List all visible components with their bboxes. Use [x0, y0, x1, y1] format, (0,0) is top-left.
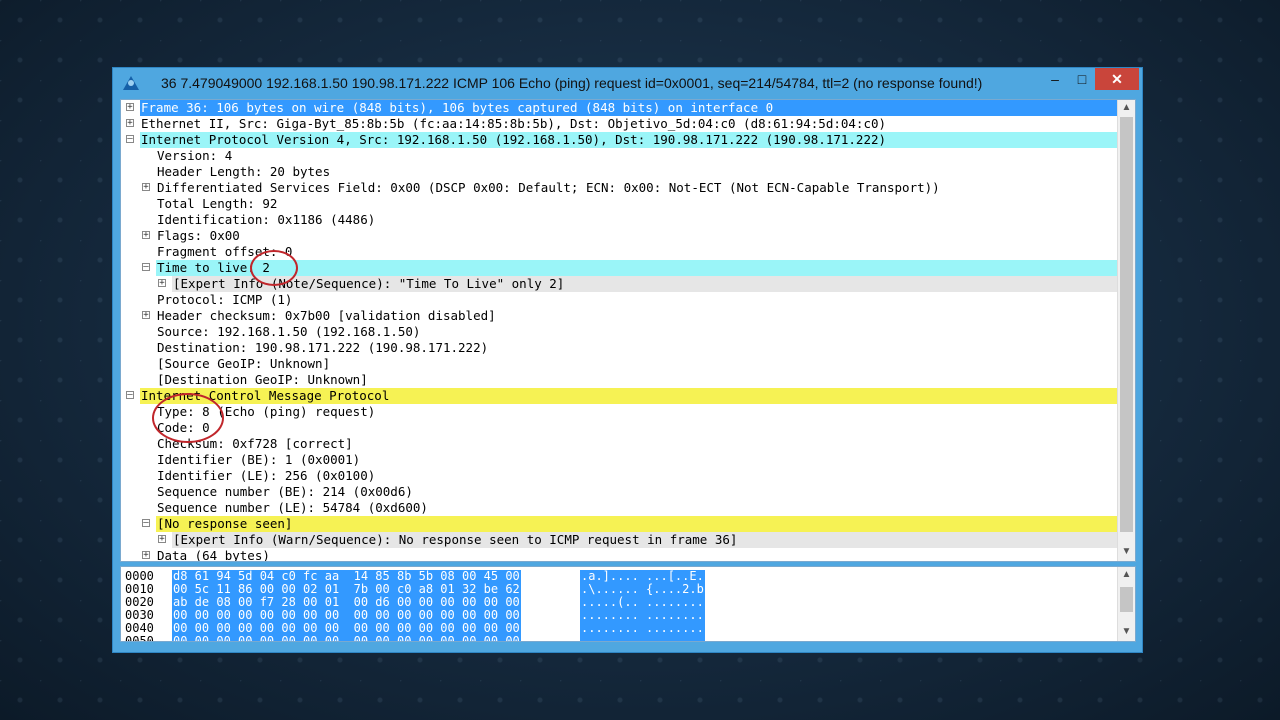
- tree-row-label: [Expert Info (Note/Sequence): "Time To L…: [173, 276, 565, 291]
- tree-row-label: Total Length: 92: [157, 196, 278, 211]
- hex-offset: 0050: [125, 634, 154, 642]
- tree-row[interactable]: Source: 192.168.1.50 (192.168.1.50): [121, 324, 1118, 340]
- tree-row[interactable]: + Flags: 0x00: [121, 228, 1118, 244]
- scroll-up-icon[interactable]: ▲: [1118, 100, 1135, 116]
- row-highlight: [156, 260, 1118, 276]
- annotation-circle-ttl: [250, 250, 298, 286]
- tree-row-label: Header checksum: 0x7b00 [validation disa…: [157, 308, 496, 323]
- tree-row-label: Sequence number (BE): 214 (0x00d6): [157, 484, 413, 499]
- tree-row-label: Data (64 bytes): [157, 548, 270, 561]
- tree-row[interactable]: [Destination GeoIP: Unknown]: [121, 372, 1118, 388]
- tree-row-label: Ethernet II, Src: Giga-Byt_85:8b:5b (fc:…: [141, 116, 887, 131]
- tree-row[interactable]: Destination: 190.98.171.222 (190.98.171.…: [121, 340, 1118, 356]
- tree-row-label: Frame 36: 106 bytes on wire (848 bits), …: [141, 100, 774, 115]
- tree-row-label: Identifier (BE): 1 (0x0001): [157, 452, 361, 467]
- hex-bytes: 00 00 00 00 00 00 00 00 00 00 00 00 00 0…: [172, 635, 521, 641]
- tree-row[interactable]: + Data (64 bytes): [121, 548, 1118, 561]
- expand-icon[interactable]: +: [142, 231, 150, 240]
- tree-row[interactable]: Identification: 0x1186 (4486): [121, 212, 1118, 228]
- tree-row-label: Source: 192.168.1.50 (192.168.1.50): [157, 324, 421, 339]
- packet-details-tree[interactable]: + Frame 36: 106 bytes on wire (848 bits),…: [120, 99, 1136, 562]
- hex-scroll-thumb[interactable]: [1120, 587, 1133, 612]
- tree-row-label: Flags: 0x00: [157, 228, 240, 243]
- hex-vertical-scrollbar[interactable]: ▲ ▼: [1117, 567, 1135, 641]
- tree-row-label: Sequence number (LE): 54784 (0xd600): [157, 500, 428, 515]
- tree-row[interactable]: Version: 4: [121, 148, 1118, 164]
- tree-row[interactable]: Sequence number (LE): 54784 (0xd600): [121, 500, 1118, 516]
- tree-row[interactable]: + Frame 36: 106 bytes on wire (848 bits),…: [121, 100, 1118, 116]
- tree-row[interactable]: Identifier (BE): 1 (0x0001): [121, 452, 1118, 468]
- tree-row[interactable]: Identifier (LE): 256 (0x0100): [121, 468, 1118, 484]
- tree-row[interactable]: [Source GeoIP: Unknown]: [121, 356, 1118, 372]
- tree-row-label: Version: 4: [157, 148, 233, 163]
- expand-icon[interactable]: +: [158, 535, 166, 544]
- tree-row-label: Destination: 190.98.171.222 (190.98.171.…: [157, 340, 489, 355]
- row-highlight: [156, 516, 1118, 532]
- tree-row-label: Protocol: ICMP (1): [157, 292, 293, 307]
- tree-row[interactable]: Type: 8 (Echo (ping) request): [121, 404, 1118, 420]
- hex-ascii: ........ ........: [580, 635, 705, 641]
- tree-row-label: [No response seen]: [157, 516, 293, 531]
- tree-row-label: Identification: 0x1186 (4486): [157, 212, 376, 227]
- annotation-circle-type-code: [152, 393, 224, 443]
- tree-row[interactable]: Header Length: 20 bytes: [121, 164, 1118, 180]
- collapse-icon[interactable]: –: [126, 391, 134, 400]
- tree-row[interactable]: + [Expert Info (Warn/Sequence): No respon…: [121, 532, 1118, 548]
- window-title: 36 7.479049000 192.168.1.50 190.98.171.2…: [161, 75, 983, 91]
- tree-scroll-thumb[interactable]: [1120, 117, 1133, 532]
- tree-row-label: Differentiated Services Field: 0x00 (DSC…: [157, 180, 940, 195]
- expand-icon[interactable]: +: [158, 279, 166, 288]
- tree-row[interactable]: + Differentiated Services Field: 0x00 (DS…: [121, 180, 1118, 196]
- tree-vertical-scrollbar[interactable]: ▲ ▼: [1117, 100, 1135, 561]
- tree-row[interactable]: – [No response seen]: [121, 516, 1118, 532]
- tree-row-label: [Source GeoIP: Unknown]: [157, 356, 331, 371]
- packet-detail-window: 36 7.479049000 192.168.1.50 190.98.171.2…: [112, 67, 1143, 653]
- tree-row-label: Header Length: 20 bytes: [157, 164, 331, 179]
- tree-row[interactable]: + Ethernet II, Src: Giga-Byt_85:8b:5b (fc…: [121, 116, 1118, 132]
- tree-row[interactable]: Sequence number (BE): 214 (0x00d6): [121, 484, 1118, 500]
- tree-row-label: [Expert Info (Warn/Sequence): No respons…: [173, 532, 738, 547]
- tree-row[interactable]: Total Length: 92: [121, 196, 1118, 212]
- expand-icon[interactable]: +: [142, 183, 150, 192]
- collapse-icon[interactable]: –: [142, 519, 150, 528]
- tree-row[interactable]: – Internet Control Message Protocol: [121, 388, 1118, 404]
- expand-icon[interactable]: +: [126, 119, 134, 128]
- tree-row-label: [Destination GeoIP: Unknown]: [157, 372, 368, 387]
- expand-icon[interactable]: +: [142, 311, 150, 320]
- tree-row[interactable]: Code: 0: [121, 420, 1118, 436]
- scroll-down-icon[interactable]: ▼: [1118, 544, 1135, 560]
- tree-row[interactable]: + Header checksum: 0x7b00 [validation dis…: [121, 308, 1118, 324]
- tree-row[interactable]: – Internet Protocol Version 4, Src: 192.1…: [121, 132, 1118, 148]
- expand-icon[interactable]: +: [142, 551, 150, 560]
- tree-row[interactable]: Checksum: 0xf728 [correct]: [121, 436, 1118, 452]
- tree-row[interactable]: Protocol: ICMP (1): [121, 292, 1118, 308]
- hex-scroll-down-icon[interactable]: ▼: [1118, 624, 1135, 640]
- hex-scroll-up-icon[interactable]: ▲: [1118, 567, 1135, 583]
- expand-icon[interactable]: +: [126, 103, 134, 112]
- minimize-button[interactable]: –: [1042, 68, 1068, 90]
- tree-rows: + Frame 36: 106 bytes on wire (848 bits),…: [121, 100, 1118, 561]
- title-bar[interactable]: 36 7.479049000 192.168.1.50 190.98.171.2…: [113, 68, 1142, 98]
- close-button[interactable]: ✕: [1095, 68, 1139, 90]
- collapse-icon[interactable]: –: [126, 135, 134, 144]
- collapse-icon[interactable]: –: [142, 263, 150, 272]
- maximize-button[interactable]: □: [1069, 68, 1095, 90]
- packet-bytes-pane[interactable]: 0000 d8 61 94 5d 04 c0 fc aa 14 85 8b 5b …: [120, 566, 1136, 642]
- tree-row-label: Internet Protocol Version 4, Src: 192.16…: [141, 132, 887, 147]
- shark-fin-icon: [123, 76, 139, 90]
- tree-row-label: Identifier (LE): 256 (0x0100): [157, 468, 376, 483]
